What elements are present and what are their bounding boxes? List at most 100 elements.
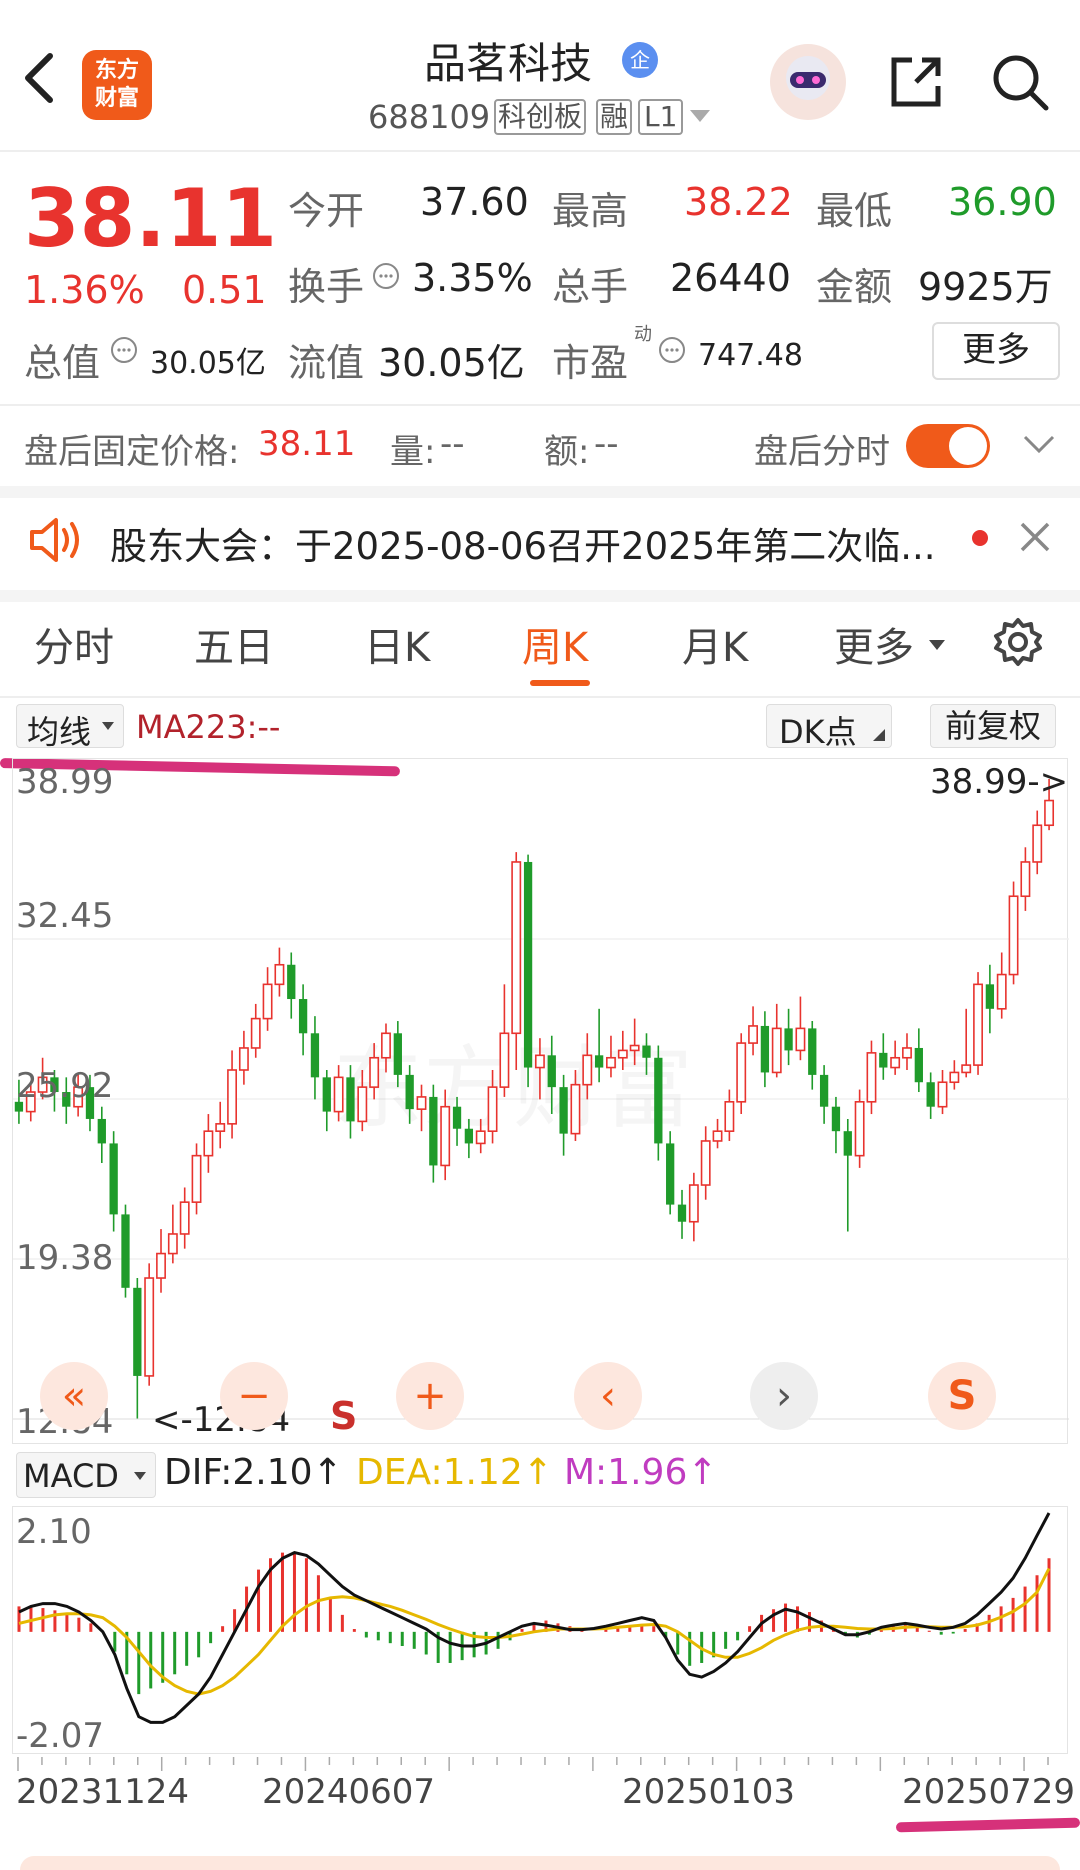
tab-more-dropdown-icon[interactable] (928, 636, 946, 650)
minus-button[interactable]: − (220, 1362, 288, 1430)
dropdown-icon[interactable] (688, 108, 712, 124)
candle (369, 1056, 380, 1088)
tab-monthly-k[interactable]: 月K (682, 615, 748, 673)
assistant-avatar-icon[interactable] (770, 44, 846, 120)
macd-y-bottom: -2.07 (16, 1716, 104, 1756)
level-tag: L1 (638, 99, 684, 135)
x-label-2: 20240607 (262, 1772, 436, 1812)
change-percent: 1.36% (24, 268, 145, 312)
candle (1044, 799, 1055, 827)
candle (594, 1055, 604, 1068)
adjust-button[interactable]: 前复权 (930, 704, 1056, 748)
candle (819, 1074, 829, 1107)
indicator-select[interactable]: 均线 (16, 704, 124, 751)
annotation-stroke-bottom (895, 1817, 1080, 1833)
candle (582, 1054, 593, 1086)
macd-chart[interactable] (12, 1506, 1068, 1754)
candle (617, 1049, 628, 1059)
macd-select[interactable]: MACD (16, 1452, 156, 1498)
candle (795, 1027, 806, 1052)
s-signal-label: S (947, 1373, 977, 1419)
candle (144, 1277, 155, 1377)
notice-unread-dot (972, 530, 988, 546)
next-button[interactable]: › (750, 1362, 818, 1430)
candle (238, 1047, 249, 1071)
prev-label: ‹ (600, 1373, 616, 1419)
x-axis-ticks (12, 1756, 1068, 1771)
expand-chevron-icon[interactable] (1022, 432, 1056, 456)
close-icon[interactable] (1018, 520, 1052, 554)
candle (179, 1201, 190, 1235)
plus-label: + (413, 1373, 447, 1419)
macd-dea-arrow: ↑ (522, 1452, 553, 1493)
s-signal-button[interactable]: S (928, 1362, 996, 1430)
candle (985, 984, 995, 1009)
tab-more[interactable]: 更多 (834, 615, 914, 673)
candle (1008, 895, 1019, 976)
candle (771, 1027, 782, 1074)
candle (926, 1082, 935, 1107)
macd-dif: DIF:2.10↑ (164, 1452, 343, 1493)
minus-label: − (237, 1373, 271, 1419)
plus-button[interactable]: + (396, 1362, 464, 1430)
candle (487, 1086, 498, 1132)
turnover-info-icon[interactable] (372, 262, 400, 290)
candle (902, 1047, 912, 1059)
candle (274, 963, 285, 986)
candle (227, 1069, 238, 1125)
notice-text[interactable]: 股东大会：于2025-08-06召开2025年第二次临... (110, 516, 935, 570)
current-price: 38.11 (24, 172, 278, 265)
speaker-icon (28, 516, 84, 564)
candle (736, 1042, 747, 1103)
active-tab-indicator (530, 680, 590, 686)
volume-label: 总手 (552, 265, 629, 309)
after-hours-volume-label: 量: (390, 432, 436, 472)
candle (712, 1130, 723, 1142)
settings-gear-icon[interactable] (992, 616, 1044, 668)
pe-info-icon[interactable] (658, 336, 686, 364)
total-mv-value: 30.05亿 (150, 346, 266, 381)
total-mv-info-icon[interactable] (110, 336, 138, 364)
margin-tag: 融 (596, 99, 633, 135)
candle (879, 1052, 888, 1068)
candle (949, 1071, 960, 1084)
tab-daily-k[interactable]: 日K (364, 615, 430, 673)
tab-five-day[interactable]: 五日 (194, 615, 274, 673)
board-tag: 科创板 (494, 99, 587, 135)
dk-point-button[interactable]: DK点 (766, 704, 892, 751)
candle (570, 1083, 581, 1135)
tab-weekly-k[interactable]: 周K (522, 615, 588, 673)
candle (808, 1028, 817, 1075)
after-hours-price: 38.11 (258, 424, 356, 464)
prev-button[interactable]: ‹ (574, 1362, 642, 1430)
back-icon[interactable] (18, 48, 58, 108)
candle (854, 1101, 865, 1157)
candle (464, 1128, 474, 1144)
macd-m-value: M:1.96 (564, 1452, 688, 1493)
candle (262, 983, 273, 1020)
candle (405, 1074, 414, 1110)
candle (333, 1076, 344, 1113)
candle (937, 1081, 948, 1108)
candle (961, 1064, 972, 1074)
candle (688, 1184, 699, 1223)
open-value: 37.60 (420, 180, 529, 224)
search-icon[interactable] (988, 50, 1052, 114)
after-hours-toggle[interactable] (906, 424, 990, 468)
zoom-out-button[interactable]: « (40, 1362, 108, 1430)
kline-chart[interactable]: 东方财富 (12, 758, 1069, 1444)
candle (381, 1032, 391, 1059)
tab-intraday[interactable]: 分时 (34, 615, 114, 673)
dk-point-label: DK点 (779, 713, 857, 751)
candle (843, 1131, 852, 1156)
more-button[interactable]: 更多 (932, 322, 1060, 380)
candle (416, 1096, 427, 1110)
candle (167, 1233, 178, 1255)
candle (890, 1056, 901, 1069)
candle (452, 1106, 462, 1129)
share-icon[interactable] (886, 52, 946, 112)
candle (511, 861, 522, 1035)
candle (914, 1047, 923, 1083)
logo-line2: 财富 (94, 86, 139, 111)
turnover-label: 换手 (288, 265, 365, 309)
